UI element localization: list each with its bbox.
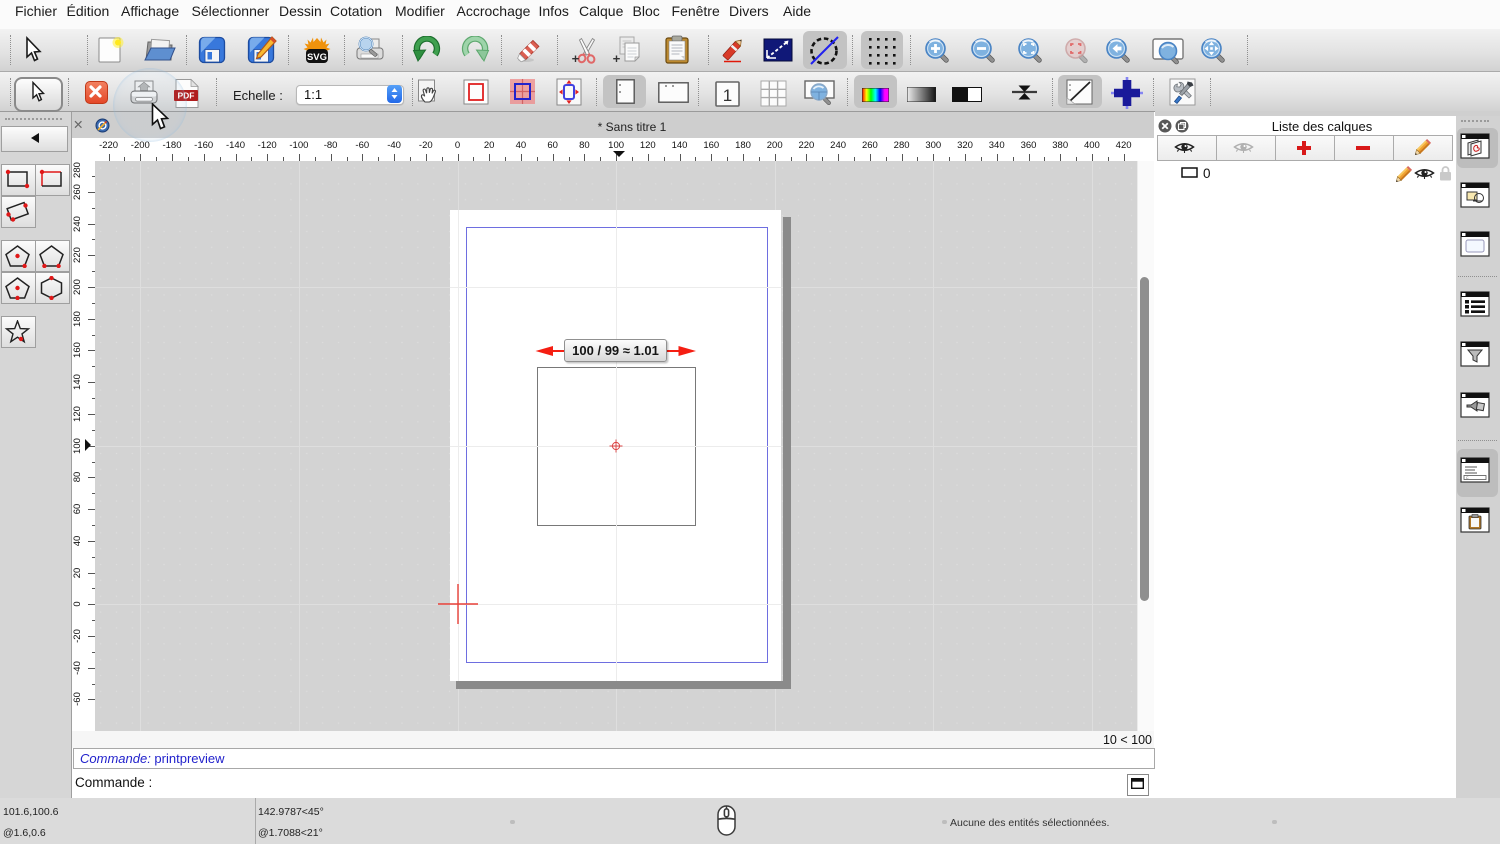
svg-text:1: 1 — [723, 86, 732, 105]
svg-text:SVG: SVG — [307, 52, 327, 63]
